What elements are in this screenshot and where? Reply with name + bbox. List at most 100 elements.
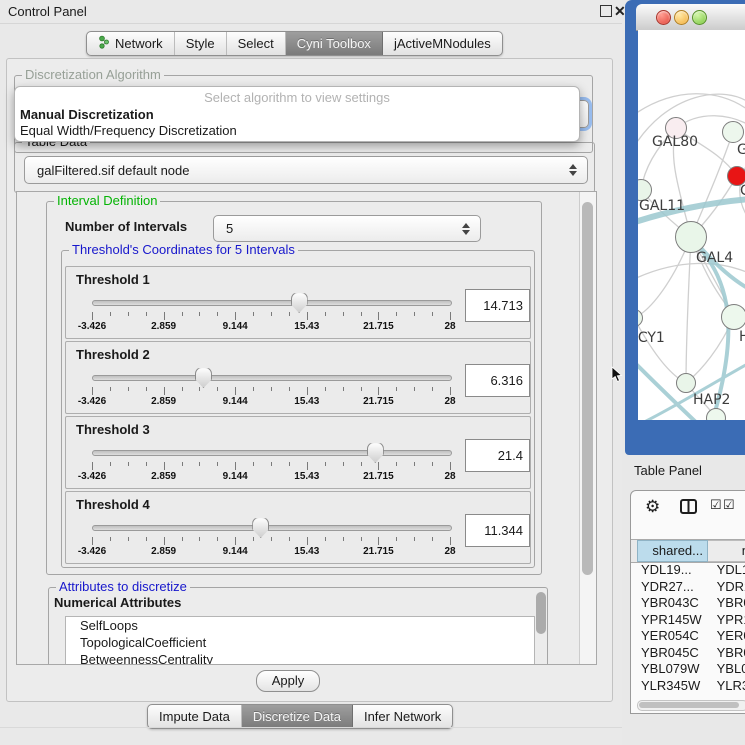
tab-network[interactable]: Network [87, 32, 175, 55]
control-panel-titlebar: Control Panel ✕ [0, 0, 622, 24]
slider-track[interactable] [92, 450, 452, 456]
gear-icon[interactable]: ⚙ [645, 497, 660, 517]
tab-discretize-data[interactable]: Discretize Data [242, 705, 353, 728]
table-cell[interactable]: YDR2 [712, 579, 745, 596]
tab-impute-data[interactable]: Impute Data [148, 705, 242, 728]
table-cell[interactable]: YPR1 [712, 612, 745, 629]
table-row[interactable]: YER054C YER0 [631, 628, 745, 645]
threshold-slider[interactable]: -3.4262.8599.14415.4321.71528 [92, 492, 450, 563]
float-window-icon[interactable] [600, 5, 612, 17]
table-cell[interactable]: YPR145W [631, 612, 708, 629]
combo-arrows-icon [459, 223, 473, 235]
table-cell[interactable]: YER0 [712, 628, 745, 645]
scrollbar-thumb[interactable] [582, 202, 593, 575]
table-cell[interactable]: YBR045C [631, 645, 708, 662]
apply-button[interactable]: Apply [256, 670, 320, 692]
network-window-titlebar[interactable] [636, 4, 745, 31]
tab-cyni-toolbox[interactable]: Cyni Toolbox [286, 32, 383, 55]
table-row[interactable]: YPR145W YPR1 [631, 612, 745, 629]
column-header-name[interactable]: na [708, 540, 745, 562]
table-cell[interactable]: YDR27... [631, 579, 708, 596]
scrollbar-thumb[interactable] [639, 702, 739, 708]
number-of-intervals-combobox[interactable]: 5 [213, 215, 481, 242]
network-node[interactable] [721, 304, 745, 330]
attribute-list-item[interactable]: SelfLoops [66, 617, 534, 634]
settings-vertical-scrollbar[interactable] [579, 192, 596, 664]
table-row[interactable]: YBL079W YBL0 [631, 661, 745, 678]
tab-infer-network[interactable]: Infer Network [353, 705, 452, 728]
threshold-value-field[interactable]: 11.344 [465, 514, 530, 547]
dropdown-option-equal-width-frequency[interactable]: Equal Width/Frequency Discretization [15, 123, 579, 139]
zoom-traffic-light-icon[interactable] [692, 10, 707, 25]
checkbox-icon[interactable]: ☑ [710, 497, 722, 513]
table-row[interactable]: YDR27... YDR2 [631, 579, 745, 596]
threshold-block: Threshold 2 -3.4262.8599.14415.4321.7152… [65, 341, 531, 414]
control-panel-window: Control Panel ✕ Network Style [0, 0, 622, 745]
tab-jactivemnodules[interactable]: jActiveMNodules [383, 32, 502, 55]
table-row[interactable]: YBR045C YBR0 [631, 645, 745, 662]
attribute-list-item[interactable]: BetweennessCentrality [66, 651, 534, 665]
table-cell[interactable]: YBL0 [712, 661, 745, 678]
attribute-list-item[interactable]: TopologicalCoefficient [66, 634, 534, 651]
slider-thumb[interactable] [291, 292, 308, 313]
table-cell[interactable]: YDL1 [712, 562, 745, 579]
network-node[interactable] [722, 121, 744, 143]
minimize-traffic-light-icon[interactable] [674, 10, 689, 25]
dropdown-placeholder-option[interactable]: Select algorithm to view settings [15, 87, 579, 107]
numerical-attributes-list[interactable]: SelfLoops TopologicalCoefficient Between… [65, 616, 535, 665]
tab-style[interactable]: Style [175, 32, 227, 55]
network-node-label: GAL4 [696, 250, 733, 266]
network-canvas[interactable]: GAL80GAGAL11CGAL4GCY1HHAP2 [638, 30, 745, 420]
table-cell[interactable]: YDL19... [631, 562, 708, 579]
attributes-list-scrollbar[interactable] [536, 590, 547, 646]
threshold-slider[interactable]: -3.4262.8599.14415.4321.71528 [92, 267, 450, 338]
threshold-slider[interactable]: -3.4262.8599.14415.4321.71528 [92, 342, 450, 413]
network-node-label: HAP2 [693, 392, 730, 408]
dropdown-option-manual-discretization[interactable]: Manual Discretization [15, 107, 579, 123]
slider-tick-labels: -3.4262.8599.14415.4321.71528 [92, 546, 450, 558]
slider-thumb[interactable] [195, 367, 212, 388]
slider-track[interactable] [92, 375, 452, 381]
column-header-shared-name[interactable]: shared... [637, 540, 708, 562]
table-row[interactable]: YBR043C YBR0 [631, 595, 745, 612]
settings-scrollpane: Interval Definition Number of Intervals … [16, 191, 597, 665]
table-horizontal-scrollbar[interactable] [637, 700, 745, 711]
table-row[interactable]: YDL19... YDL1 [631, 562, 745, 579]
close-traffic-light-icon[interactable] [656, 10, 671, 25]
tab-select[interactable]: Select [227, 32, 286, 55]
table-cell[interactable]: YLR3 [712, 678, 745, 691]
network-node[interactable] [675, 221, 707, 253]
checkbox-icon[interactable]: ☑ [723, 497, 735, 513]
network-icon [98, 35, 110, 52]
network-node-label: GAL80 [652, 134, 698, 150]
threshold-value-field[interactable]: 6.316 [465, 364, 530, 397]
interval-definition-group: Interval Definition Number of Intervals … [46, 201, 542, 575]
table-cell[interactable]: YLR345W [631, 678, 708, 691]
table-row[interactable]: YLR345W YLR3 [631, 678, 745, 691]
table-cell[interactable]: YER054C [631, 628, 708, 645]
slider-thumb[interactable] [252, 517, 269, 538]
close-icon[interactable]: ✕ [614, 5, 626, 17]
discretization-algorithm-group-title: Discretization Algorithm [22, 67, 164, 83]
threshold-slider[interactable]: -3.4262.8599.14415.4321.71528 [92, 417, 450, 488]
divider [0, 727, 622, 728]
table-panel-body: ⚙ ☑ ☑ shared... na YDL19... YDL1 [630, 490, 745, 714]
table-cell[interactable]: YBL079W [631, 661, 708, 678]
table-header-row: shared... na [631, 539, 745, 563]
slider-track[interactable] [92, 300, 452, 306]
split-view-icon[interactable] [680, 499, 697, 517]
threshold-value-field[interactable]: 14.713 [465, 289, 530, 322]
table-data-combobox[interactable]: galFiltered.sif default node [24, 156, 588, 184]
network-node[interactable] [676, 373, 696, 393]
scrollbar-thumb[interactable] [536, 592, 546, 634]
slider-thumb[interactable] [367, 442, 384, 463]
threshold-value-field[interactable]: 21.4 [465, 439, 530, 472]
threshold-list: Threshold 1 -3.4262.8599.14415.4321.7152… [65, 266, 531, 566]
table-cell[interactable]: YBR0 [712, 595, 745, 612]
cyni-bottom-tabbar: Impute Data Discretize Data Infer Networ… [147, 704, 453, 729]
table-data-group: Table Data galFiltered.sif default node [14, 142, 595, 193]
slider-track[interactable] [92, 525, 452, 531]
screen: Control Panel ✕ Network Style [0, 0, 745, 745]
table-cell[interactable]: YBR0 [712, 645, 745, 662]
table-cell[interactable]: YBR043C [631, 595, 708, 612]
